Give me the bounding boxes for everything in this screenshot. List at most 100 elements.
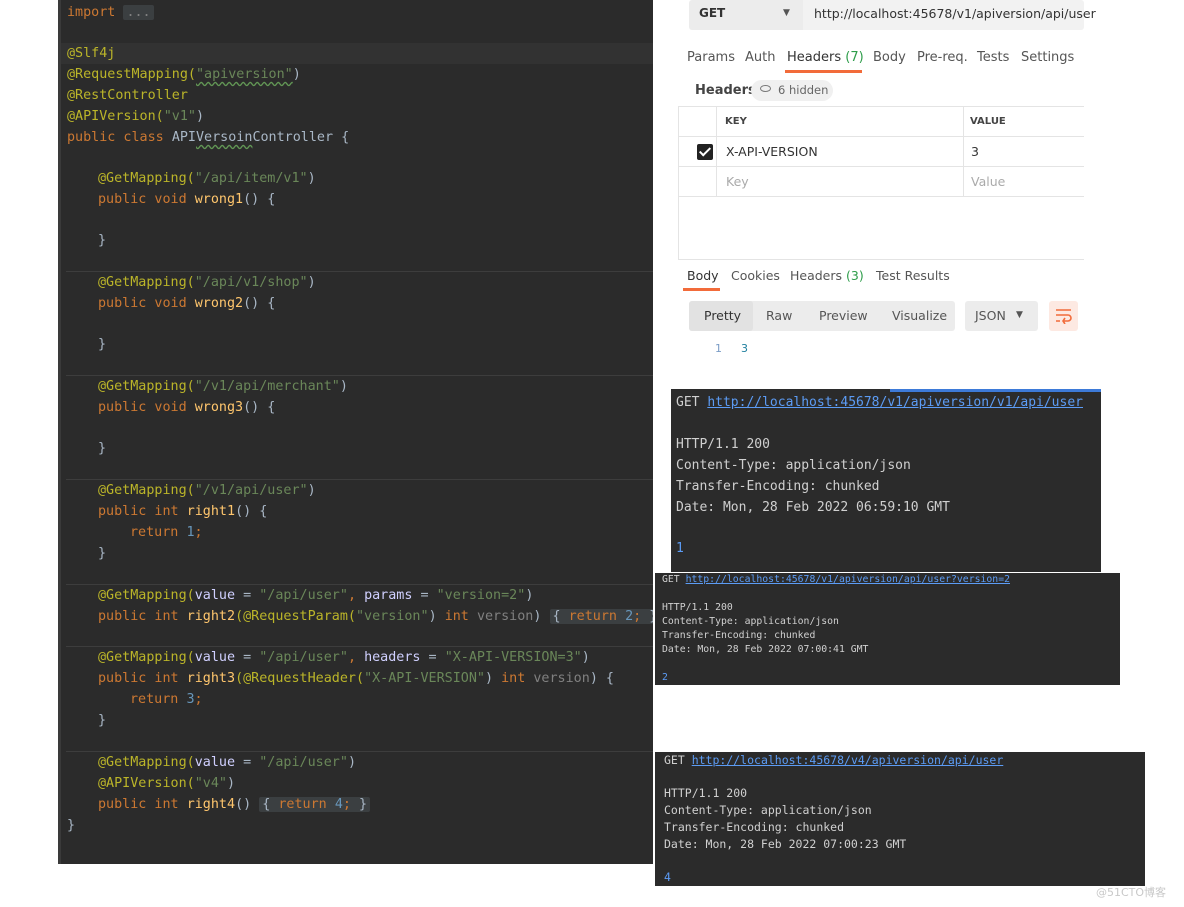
- table-border: [678, 196, 1084, 197]
- tab-prereq[interactable]: Pre-req.: [917, 50, 968, 65]
- punctuation: () {: [243, 296, 276, 311]
- string-literal: "/api/item/v1": [194, 171, 308, 186]
- response-tab-test-results[interactable]: Test Results: [876, 268, 950, 283]
- header-value-cell[interactable]: 3: [971, 144, 979, 159]
- code-line-api-version[interactable]: @APIVersion("v1"): [67, 106, 204, 127]
- code-line-getmapping-3[interactable]: @GetMapping("/v1/api/merchant"): [98, 376, 348, 397]
- code-line-class-decl[interactable]: public class APIVersoinController {: [67, 127, 349, 148]
- new-key-input[interactable]: Key: [726, 174, 749, 189]
- tab-tests[interactable]: Tests: [977, 50, 1009, 65]
- punctuation: =: [420, 650, 445, 665]
- new-value-input[interactable]: Value: [971, 174, 1005, 189]
- punctuation: ): [339, 379, 348, 394]
- code-line-wrong2[interactable]: public void wrong2() {: [98, 293, 275, 314]
- code-line-import[interactable]: import ...: [67, 2, 154, 23]
- brace: }: [98, 337, 107, 352]
- keyword: return: [130, 525, 187, 540]
- code-line-getmapping-4[interactable]: @GetMapping("/v1/api/user"): [98, 480, 316, 501]
- request-url-link[interactable]: http://localhost:45678/v1/apiversion/v1/…: [707, 395, 1083, 410]
- response-type-select[interactable]: JSON ▼: [965, 301, 1038, 331]
- code-line-rest-controller[interactable]: @RestController: [67, 85, 188, 106]
- keyword: int: [444, 609, 477, 624]
- format-preview[interactable]: Preview: [819, 308, 868, 323]
- brace: }: [359, 797, 368, 812]
- method-label: GET: [699, 6, 726, 20]
- header-enabled-checkbox[interactable]: [697, 144, 713, 160]
- keyword: public int: [98, 671, 187, 686]
- tab-auth[interactable]: Auth: [745, 50, 775, 65]
- code-line-getmapping-5[interactable]: @GetMapping(value = "/api/user", params …: [98, 585, 533, 606]
- class-name: Controller {: [252, 130, 350, 145]
- code-line-getmapping-7[interactable]: @GetMapping(value = "/api/user"): [98, 752, 356, 773]
- code-line-right2[interactable]: public int right2(@RequestParam("version…: [98, 606, 653, 627]
- method-name: wrong2: [194, 296, 244, 311]
- wrap-icon: [1056, 309, 1072, 324]
- code-line-close-3[interactable]: }: [98, 438, 106, 459]
- code-line-wrong3[interactable]: public void wrong3() {: [98, 397, 275, 418]
- code-line-right3[interactable]: public int right3(@RequestHeader("X-API-…: [98, 668, 614, 689]
- code-line-wrong1[interactable]: public void wrong1() {: [98, 189, 275, 210]
- code-line-close-1[interactable]: }: [98, 230, 106, 251]
- url-input[interactable]: http://localhost:45678/v1/apiversion/api…: [803, 0, 1096, 30]
- response-body: 1: [676, 541, 684, 556]
- code-line-close-4[interactable]: }: [98, 543, 106, 564]
- folded-body[interactable]: { return 4; }: [259, 797, 371, 812]
- tab-headers[interactable]: Headers (7): [787, 50, 864, 65]
- code-line-right4[interactable]: public int right4() { return 4; }: [98, 794, 371, 815]
- code-line-getmapping-1[interactable]: @GetMapping("/api/item/v1"): [98, 168, 316, 189]
- brace: }: [98, 441, 107, 456]
- tab-settings[interactable]: Settings: [1021, 50, 1074, 65]
- number-literal: 3: [186, 692, 195, 707]
- format-pretty[interactable]: Pretty: [704, 308, 741, 323]
- punctuation: ;: [194, 692, 203, 707]
- tab-body[interactable]: Body: [873, 50, 906, 65]
- code-line-class-close[interactable]: }: [67, 815, 75, 836]
- response-line-number: 1: [715, 342, 722, 355]
- request-url-link[interactable]: http://localhost:45678/v1/apiversion/api…: [686, 574, 1010, 585]
- method-select[interactable]: GET ▼: [689, 0, 803, 30]
- code-line-right1[interactable]: public int right1() {: [98, 501, 267, 522]
- header-key-cell[interactable]: X-API-VERSION: [726, 144, 818, 159]
- keyword: return: [278, 797, 335, 812]
- annotation: @RestController: [67, 88, 188, 103]
- response-tab-cookies[interactable]: Cookies: [731, 268, 780, 283]
- http-response-panel-v1: GET http://localhost:45678/v1/apiversion…: [671, 389, 1101, 572]
- string-literal: "v1": [163, 109, 196, 124]
- code-line-getmapping-2[interactable]: @GetMapping("/api/v1/shop"): [98, 272, 316, 293]
- code-line-close-2[interactable]: }: [98, 334, 106, 355]
- annotation: (@RequestHeader(: [235, 671, 365, 686]
- code-line-getmapping-6[interactable]: @GetMapping(value = "/api/user", headers…: [98, 647, 590, 668]
- keyword: public void: [98, 192, 195, 207]
- code-line-api-version-v4[interactable]: @APIVersion("v4"): [98, 773, 235, 794]
- punctuation: ): [485, 671, 502, 686]
- current-line-highlight: [61, 43, 653, 64]
- parameter-name: version: [476, 609, 534, 624]
- format-raw[interactable]: Raw: [766, 308, 792, 323]
- folded-imports[interactable]: ...: [123, 5, 154, 20]
- annotation: @GetMapping(: [98, 755, 195, 770]
- wrap-lines-button[interactable]: [1049, 301, 1078, 331]
- request-url-link[interactable]: http://localhost:45678/v4/apiversion/api…: [692, 753, 1004, 767]
- code-line-request-mapping[interactable]: @RequestMapping("apiversion"): [67, 64, 301, 85]
- tab-params[interactable]: Params: [687, 50, 735, 65]
- hidden-headers-toggle[interactable]: 6 hidden: [751, 80, 833, 101]
- punctuation: ;: [633, 609, 650, 624]
- folded-body[interactable]: { return 2; }: [549, 609, 653, 624]
- punctuation: ): [307, 483, 316, 498]
- string-literal: "X-API-VERSION": [364, 671, 485, 686]
- active-response-tab-indicator: [683, 288, 720, 291]
- code-line-return-1[interactable]: return 1;: [130, 522, 203, 543]
- response-tab-body[interactable]: Body: [687, 268, 719, 283]
- keyword: public int: [98, 609, 187, 624]
- string-literal: "version": [356, 609, 429, 624]
- code-line-close-6[interactable]: }: [98, 710, 106, 731]
- code-line-return-3[interactable]: return 3;: [130, 689, 203, 710]
- method-name: right1: [186, 504, 236, 519]
- format-visualize[interactable]: Visualize: [892, 308, 947, 323]
- code-line-slf4j[interactable]: @Slf4j: [67, 43, 115, 64]
- code-editor[interactable]: import ... @Slf4j @RequestMapping("apive…: [58, 0, 653, 864]
- method-name: right3: [186, 671, 236, 686]
- response-tab-headers[interactable]: Headers (3): [790, 268, 864, 283]
- header-content-type: Content-Type: application/json: [662, 616, 839, 627]
- punctuation: =: [412, 588, 437, 603]
